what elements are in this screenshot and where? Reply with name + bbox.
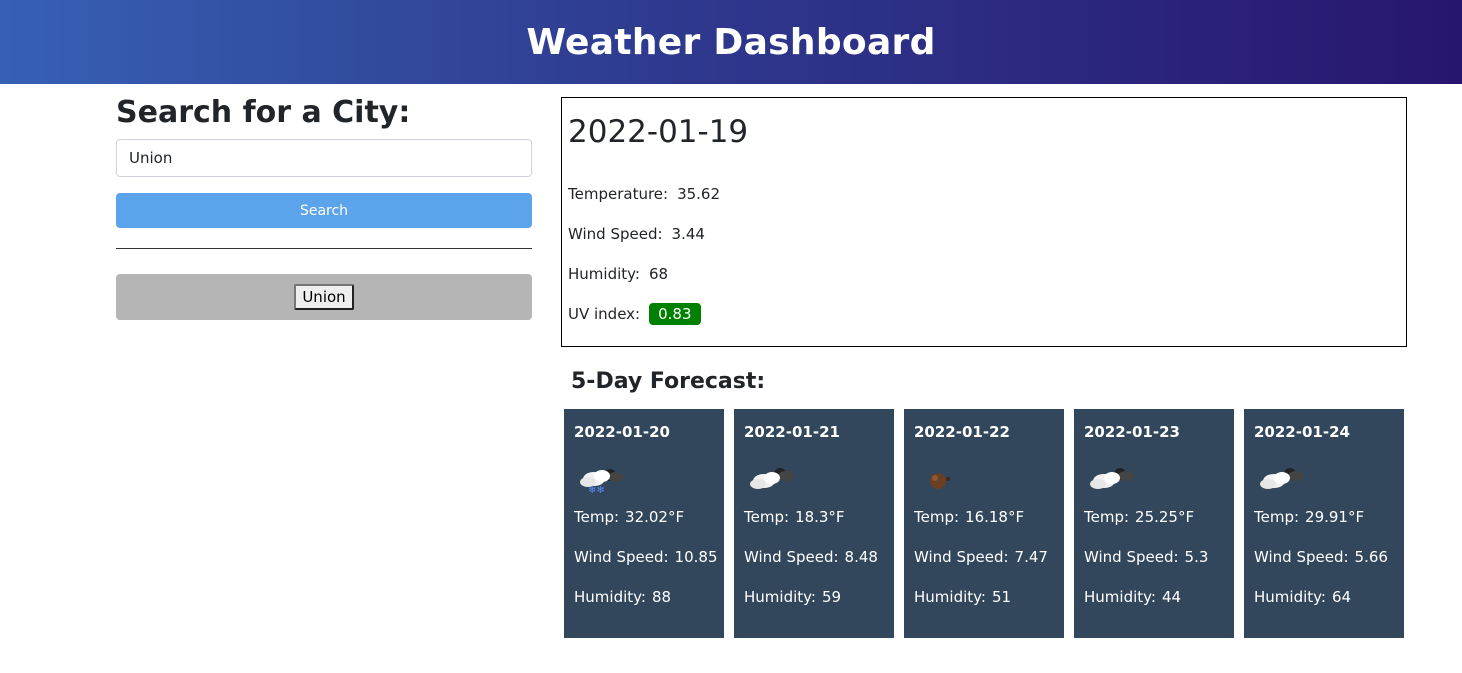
forecast-temp: Temp: 29.91°F <box>1254 497 1394 537</box>
forecast-wind: Wind Speed: 5.66 <box>1254 537 1394 577</box>
temp-label: Temp: <box>744 508 790 526</box>
temp-label: Temp: <box>914 508 960 526</box>
temp-value: 32.02°F <box>625 508 685 526</box>
uv-badge: 0.83 <box>649 303 701 325</box>
current-uv: UV index: 0.83 <box>568 294 1400 334</box>
humidity-value: 64 <box>1331 588 1352 606</box>
history-city-button[interactable]: Union <box>294 284 354 310</box>
wind-value: 3.44 <box>671 225 705 243</box>
city-search-input[interactable] <box>116 139 532 177</box>
svg-text:❄❄: ❄❄ <box>588 485 605 496</box>
forecast-date: 2022-01-24 <box>1254 423 1350 441</box>
forecast-temp: Temp: 16.18°F <box>914 497 1054 537</box>
forecast-wind: Wind Speed: 5.3 <box>1084 537 1224 577</box>
wind-value: 5.66 <box>1354 548 1388 566</box>
forecast-temp: Temp: 32.02°F <box>574 497 714 537</box>
current-weather-panel: 2022-01-19 Temperature: 35.62 Wind Speed… <box>561 97 1407 347</box>
temp-value: 18.3°F <box>795 508 845 526</box>
forecast-humidity: Humidity: 88 <box>574 577 714 617</box>
temp-value: 25.25°F <box>1135 508 1195 526</box>
temperature-label: Temperature: <box>568 185 669 203</box>
humidity-value: 51 <box>991 588 1012 606</box>
wind-value: 10.85 <box>674 548 718 566</box>
forecast-card: 2022-01-21 Temp: 18.3°F Wind Speed: 8.48 H… <box>734 409 894 638</box>
wind-label: Wind Speed: <box>568 225 663 243</box>
temp-value: 29.91°F <box>1305 508 1365 526</box>
wind-value: 8.48 <box>844 548 878 566</box>
search-heading: Search for a City: <box>116 95 411 130</box>
wind-value: 7.47 <box>1014 548 1048 566</box>
humidity-label: Humidity: <box>574 588 646 606</box>
humidity-value: 88 <box>651 588 672 606</box>
forecast-card: 2022-01-24 Temp: 29.91°F Wind Speed: 5.66 … <box>1244 409 1404 638</box>
page-title: Weather Dashboard <box>526 21 936 63</box>
temp-label: Temp: <box>1254 508 1300 526</box>
divider <box>116 248 532 249</box>
forecast-humidity: Humidity: 51 <box>914 577 1054 617</box>
partly-cloudy-icon <box>1254 457 1310 497</box>
current-temperature: Temperature: 35.62 <box>568 174 1400 214</box>
current-date: 2022-01-19 <box>568 114 749 150</box>
humidity-value: 68 <box>648 265 669 283</box>
uv-label: UV index: <box>568 305 641 323</box>
search-button[interactable]: Search <box>116 193 532 228</box>
temperature-value: 35.62 <box>677 185 721 203</box>
humidity-value: 44 <box>1161 588 1182 606</box>
humidity-label: Humidity: <box>1084 588 1156 606</box>
humidity-label: Humidity: <box>1254 588 1326 606</box>
wind-label: Wind Speed: <box>1084 548 1179 566</box>
snow-cloud-icon: ❄❄ <box>574 457 630 497</box>
wind-label: Wind Speed: <box>744 548 839 566</box>
current-wind: Wind Speed: 3.44 <box>568 214 1400 254</box>
forecast-date: 2022-01-23 <box>1084 423 1180 441</box>
forecast-date: 2022-01-21 <box>744 423 840 441</box>
humidity-value: 59 <box>821 588 842 606</box>
wind-value: 5.3 <box>1184 548 1209 566</box>
forecast-card: 2022-01-23 Temp: 25.25°F Wind Speed: 5.3 H… <box>1074 409 1234 638</box>
forecast-card: 2022-01-20 ❄❄ Temp: 32.02°F Wind Speed: 10… <box>564 409 724 638</box>
forecast-wind: Wind Speed: 10.85 <box>574 537 718 577</box>
temp-label: Temp: <box>574 508 620 526</box>
partly-cloudy-icon <box>1084 457 1140 497</box>
forecast-humidity: Humidity: 44 <box>1084 577 1224 617</box>
temp-value: 16.18°F <box>965 508 1025 526</box>
forecast-cards: 2022-01-20 ❄❄ Temp: 32.02°F Wind Speed: 10… <box>564 409 1404 638</box>
forecast-wind: Wind Speed: 7.47 <box>914 537 1054 577</box>
forecast-date: 2022-01-22 <box>914 423 1010 441</box>
forecast-date: 2022-01-20 <box>574 423 670 441</box>
page-header: Weather Dashboard <box>0 0 1462 84</box>
temp-label: Temp: <box>1084 508 1130 526</box>
forecast-temp: Temp: 18.3°F <box>744 497 884 537</box>
forecast-humidity: Humidity: 59 <box>744 577 884 617</box>
wind-label: Wind Speed: <box>574 548 669 566</box>
humidity-label: Humidity: <box>744 588 816 606</box>
current-humidity: Humidity: 68 <box>568 254 1400 294</box>
forecast-card: 2022-01-22 Temp: 16.18°F Wind Speed: 7.47 … <box>904 409 1064 638</box>
wind-label: Wind Speed: <box>1254 548 1349 566</box>
humidity-label: Humidity: <box>568 265 640 283</box>
wind-label: Wind Speed: <box>914 548 1009 566</box>
forecast-title: 5-Day Forecast: <box>571 369 766 394</box>
night-clear-icon <box>914 457 970 497</box>
forecast-temp: Temp: 25.25°F <box>1084 497 1224 537</box>
partly-cloudy-icon <box>744 457 800 497</box>
humidity-label: Humidity: <box>914 588 986 606</box>
forecast-wind: Wind Speed: 8.48 <box>744 537 884 577</box>
forecast-humidity: Humidity: 64 <box>1254 577 1394 617</box>
search-panel: Search for a City: Search Union <box>116 92 532 320</box>
search-history: Union <box>116 274 532 320</box>
